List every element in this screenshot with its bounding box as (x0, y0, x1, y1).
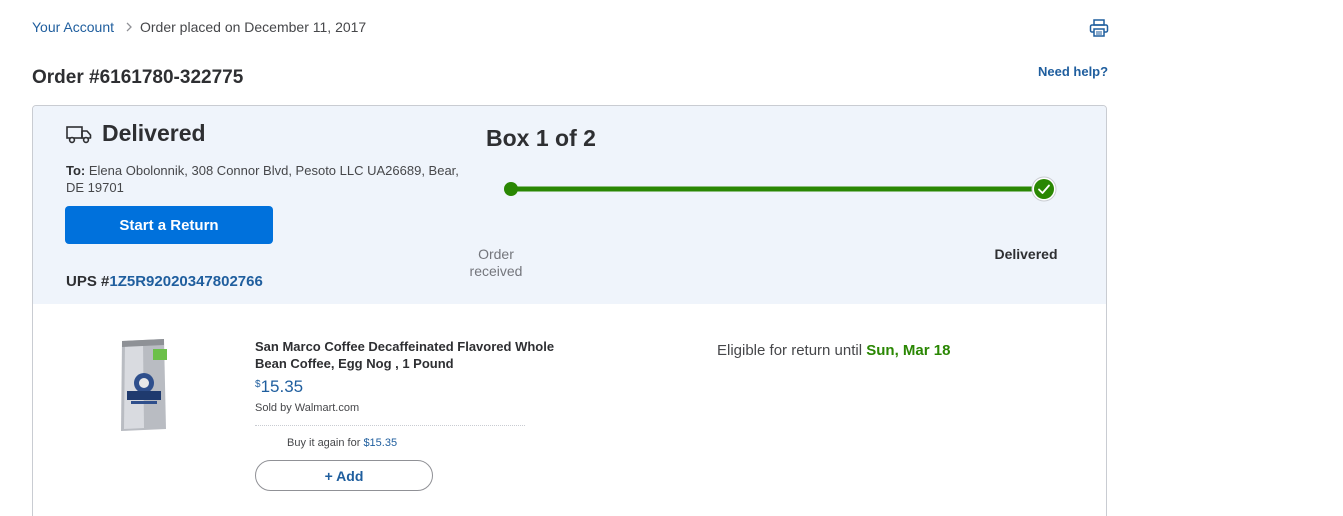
shipping-address: To: Elena Obolonnik, 308 Connor Blvd, Pe… (66, 162, 466, 196)
divider (255, 425, 525, 426)
progress-step-delivered: Delivered (994, 246, 1058, 262)
progress-start-dot (504, 182, 518, 196)
progress-end-dot (1034, 179, 1054, 199)
tracking-info: UPS #1Z5R92020347802766 (66, 273, 263, 290)
address-to-label: To: (66, 163, 86, 178)
tracking-number-link[interactable]: 1Z5R92020347802766 (109, 273, 262, 290)
buy-again-label: Buy it again for (287, 437, 361, 449)
progress-step-order-received: Order received (469, 246, 523, 279)
chevron-right-icon (126, 22, 132, 32)
shipment-status: Delivered (102, 120, 206, 146)
return-eligibility: Eligible for return until Sun, Mar 18 (717, 342, 950, 359)
price-value: 15.35 (260, 377, 304, 396)
address-text: Elena Obolonnik, 308 Connor Blvd, Pesoto… (66, 163, 459, 195)
start-return-button[interactable]: Start a Return (65, 206, 273, 244)
print-icon[interactable] (1089, 19, 1109, 37)
breadcrumb-current: Order placed on December 11, 2017 (140, 19, 367, 35)
carrier-prefix: UPS # (66, 273, 110, 290)
shipment-progress-bar (504, 176, 1057, 202)
product-price: $15.35 (255, 377, 303, 397)
need-help-link[interactable]: Need help? (1038, 64, 1108, 79)
box-label: Box 1 of 2 (486, 125, 596, 151)
buy-again-price: $15.35 (363, 437, 398, 449)
price-currency: $ (255, 379, 261, 390)
order-title: Order #6161780-322775 (32, 67, 244, 88)
product-image[interactable] (113, 331, 175, 435)
seller-info: Sold by Walmart.com (255, 402, 360, 414)
buy-again-text: Buy it again for $15.35 (287, 437, 397, 449)
shipment-card: Delivered To: Elena Obolonnik, 308 Conno… (32, 105, 1107, 516)
add-to-cart-button[interactable]: + Add (255, 460, 433, 491)
breadcrumb-your-account-link[interactable]: Your Account (32, 19, 114, 35)
return-eligibility-date: Sun, Mar 18 (866, 342, 951, 359)
truck-icon (66, 126, 92, 144)
product-name-link[interactable]: San Marco Coffee Decaffeinated Flavored … (255, 338, 555, 372)
return-eligibility-label: Eligible for return until (717, 342, 863, 359)
